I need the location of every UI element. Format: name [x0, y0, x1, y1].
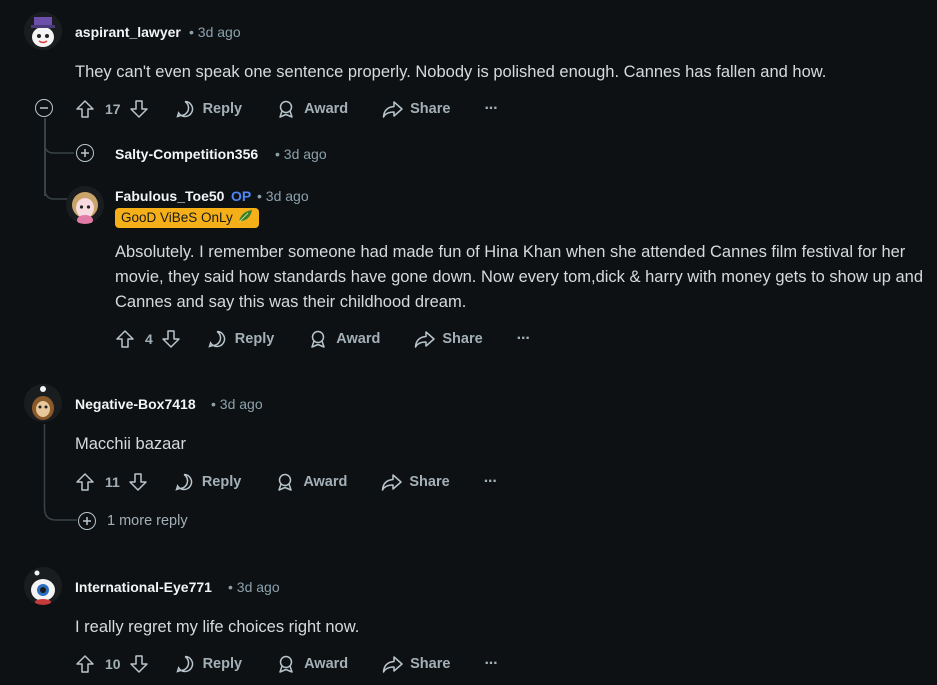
expand-icon	[83, 517, 91, 525]
vote-count: 10	[105, 656, 121, 672]
comment-thread: aspirant_lawyer • 3d ago They can't even…	[0, 0, 937, 685]
more-options-button[interactable]: ···	[483, 473, 498, 491]
upvote-button[interactable]	[75, 472, 95, 492]
share-icon	[382, 656, 403, 673]
downvote-icon	[129, 655, 148, 673]
comment-actions: 11 Reply Award Share ···	[75, 470, 498, 494]
upvote-icon	[76, 100, 94, 118]
vote-count: 17	[105, 101, 121, 117]
share-icon	[415, 331, 436, 348]
share-button[interactable]: Share	[381, 472, 450, 492]
comment-body: Absolutely. I remember someone had made …	[115, 243, 924, 311]
op-badge: OP	[231, 188, 252, 204]
downvote-button[interactable]	[129, 654, 149, 674]
avatar[interactable]	[66, 186, 104, 224]
upvote-icon	[76, 473, 94, 491]
downvote-button[interactable]	[161, 329, 181, 349]
comment-actions: 4 Reply Award Share ···	[115, 327, 531, 351]
more-options-button[interactable]: ···	[516, 330, 531, 348]
comment-author[interactable]: Negative-Box7418	[75, 396, 196, 412]
reply-button[interactable]: Reply	[174, 472, 241, 492]
upvote-icon	[76, 655, 94, 673]
comment-body: They can't even speak one sentence prope…	[75, 63, 827, 81]
comment-timestamp: • 3d ago	[228, 579, 280, 595]
more-options-icon: ···	[484, 655, 498, 672]
reply-button[interactable]: Reply	[175, 654, 242, 674]
leaf-icon	[237, 209, 253, 228]
share-button[interactable]: Share	[382, 654, 450, 674]
comment-actions: 10 Reply Award Share ···	[75, 652, 498, 676]
comment-actions: 17 Reply Award Share ···	[75, 97, 498, 121]
downvote-icon	[162, 330, 180, 348]
award-icon	[279, 655, 293, 673]
share-icon	[382, 101, 403, 118]
award-icon	[311, 330, 326, 348]
vote-count: 4	[145, 331, 153, 347]
reply-button[interactable]: Reply	[175, 99, 242, 119]
avatar[interactable]	[24, 384, 62, 422]
comment-body: I really regret my life choices right no…	[75, 618, 360, 636]
comment-timestamp: • 3d ago	[189, 24, 241, 40]
upvote-button[interactable]	[75, 654, 95, 674]
reply-button[interactable]: Reply	[207, 329, 274, 349]
award-icon	[279, 100, 293, 118]
collapse-icon	[40, 107, 48, 109]
expand-button[interactable]	[78, 512, 96, 530]
downvote-button[interactable]	[129, 99, 149, 119]
thread-connector	[44, 140, 74, 154]
comment-timestamp: • 3d ago	[275, 146, 327, 162]
comment-author[interactable]: Salty-Competition356	[115, 146, 258, 162]
reply-bubble-icon	[175, 473, 193, 491]
user-flair: GooD ViBeS OnLy	[115, 208, 259, 228]
downvote-button[interactable]	[128, 472, 148, 492]
upvote-button[interactable]	[115, 329, 135, 349]
more-options-icon: ···	[483, 473, 498, 490]
share-button[interactable]: Share	[382, 99, 450, 119]
reply-bubble-icon	[175, 100, 193, 118]
comment-author[interactable]: International-Eye771	[75, 579, 212, 595]
award-icon	[278, 473, 293, 491]
award-button[interactable]: Award	[276, 654, 348, 674]
comment-author[interactable]: aspirant_lawyer	[75, 24, 181, 40]
reply-bubble-icon	[208, 330, 226, 348]
award-button[interactable]: Award	[276, 99, 348, 119]
share-icon	[382, 474, 403, 491]
award-button[interactable]: Award	[275, 472, 347, 492]
more-options-icon: ···	[484, 100, 498, 117]
more-options-button[interactable]: ···	[484, 655, 498, 673]
comment-timestamp: • 3d ago	[211, 396, 263, 412]
comment-timestamp: • 3d ago	[257, 188, 309, 204]
more-options-button[interactable]: ···	[484, 100, 498, 118]
award-button[interactable]: Award	[308, 329, 380, 349]
more-options-icon: ···	[516, 330, 531, 347]
avatar[interactable]	[24, 12, 62, 50]
vote-count: 11	[105, 474, 120, 490]
thread-connector	[43, 424, 77, 521]
comment-author[interactable]: Fabulous_Toe50	[115, 188, 224, 204]
share-button[interactable]: Share	[414, 329, 483, 349]
more-replies-link[interactable]: 1 more reply	[107, 513, 188, 529]
upvote-icon	[116, 330, 134, 348]
collapse-button[interactable]	[35, 99, 53, 117]
thread-connector	[44, 180, 68, 200]
reply-bubble-icon	[175, 655, 193, 673]
avatar[interactable]	[24, 567, 62, 605]
comment-body: Macchii bazaar	[75, 435, 186, 453]
expand-button[interactable]	[76, 144, 94, 162]
upvote-button[interactable]	[75, 99, 95, 119]
downvote-icon	[129, 473, 147, 491]
downvote-icon	[129, 100, 148, 118]
expand-icon	[81, 149, 89, 157]
